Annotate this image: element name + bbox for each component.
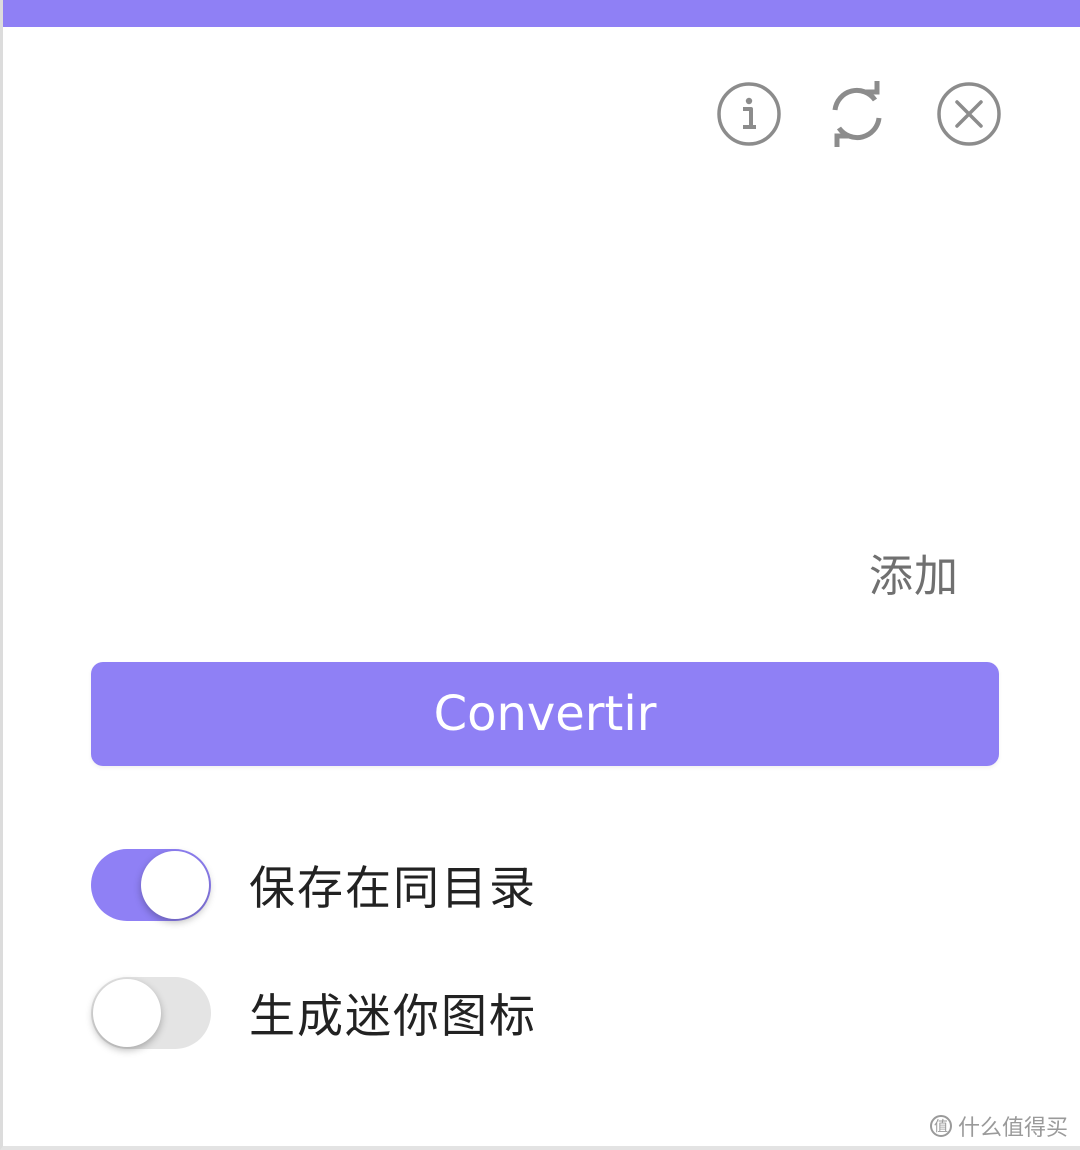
watermark: 值 什么值得买 — [929, 1110, 1068, 1142]
title-bar — [3, 0, 1080, 27]
refresh-icon — [832, 81, 882, 147]
toggle-knob — [141, 851, 209, 919]
save-same-dir-label: 保存在同目录 — [249, 861, 537, 915]
convert-button[interactable]: Convertir — [91, 662, 999, 766]
watermark-logo-icon: 值 — [929, 1115, 952, 1137]
watermark-text: 什么值得买 — [957, 1116, 1068, 1141]
refresh-button[interactable] — [823, 80, 891, 148]
option-row-mini-icon: 生成迷你图标 — [91, 974, 537, 1052]
info-button[interactable] — [715, 80, 783, 148]
close-button[interactable] — [935, 80, 1003, 148]
info-icon — [717, 82, 781, 146]
app-window: 添加 Convertir 保存在同目录 生成迷你图标 — [0, 0, 1080, 1150]
mini-icon-label: 生成迷你图标 — [249, 989, 537, 1043]
mini-icon-toggle[interactable] — [91, 977, 211, 1049]
close-icon — [937, 82, 1001, 146]
option-row-save-same-dir: 保存在同目录 — [91, 846, 537, 924]
add-link[interactable]: 添加 — [869, 540, 959, 604]
toggle-knob — [93, 979, 161, 1047]
save-same-dir-toggle[interactable] — [91, 849, 211, 921]
